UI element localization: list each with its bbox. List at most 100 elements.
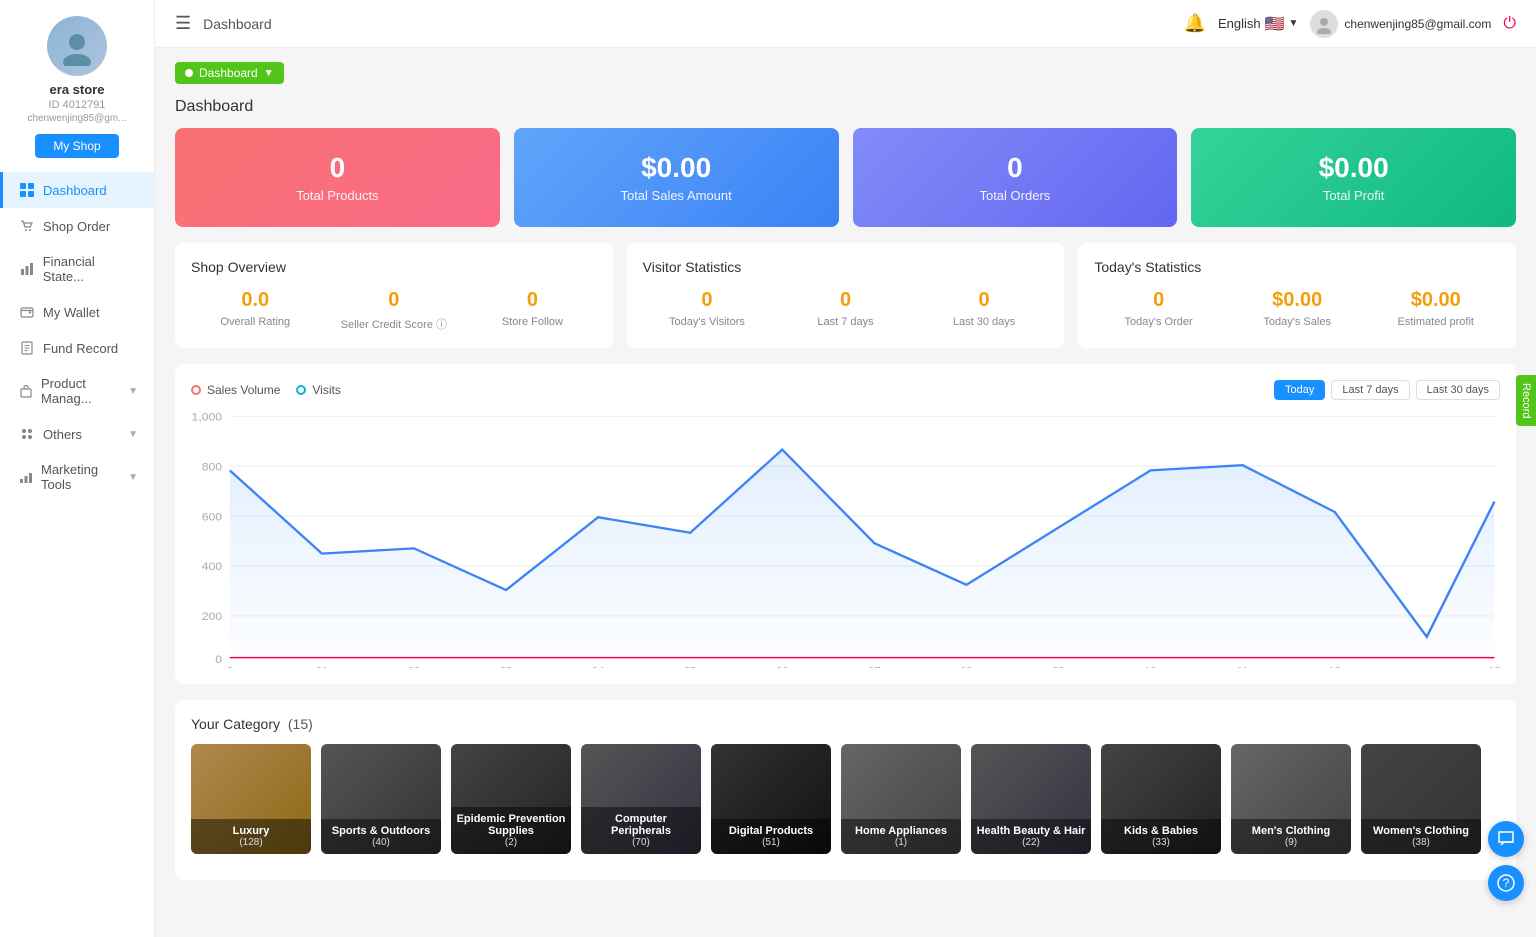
legend-sales-volume: Sales Volume [191,383,280,397]
chart-container: 1,000 800 600 400 200 0 [191,408,1500,668]
legend-visits: Visits [296,383,340,397]
today-visitors-value: 0 [701,289,712,312]
category-overlay-luxury: Luxury (128) [191,819,311,854]
category-overlay-sports: Sports & Outdoors (40) [321,819,441,854]
today-sales-label: Today's Sales [1263,316,1331,328]
category-item-sports[interactable]: Sports & Outdoors (40) [321,744,441,854]
notification-bell-icon[interactable]: 🔔 [1184,13,1206,34]
info-icon[interactable]: ⓘ [436,319,447,331]
sidebar-item-shop-order[interactable]: Shop Order [0,208,154,244]
stats-cards: 0 Total Products $0.00 Total Sales Amoun… [175,128,1516,227]
overall-rating-stat: 0.0 Overall Rating [191,289,320,332]
svg-text:07: 07 [868,666,880,668]
chart-btn-last30[interactable]: Last 30 days [1416,380,1500,400]
sidebar-item-my-wallet[interactable]: My Wallet [0,294,154,330]
category-item-computer[interactable]: Computer Peripherals (70) [581,744,701,854]
sidebar-item-marketing-tools[interactable]: Marketing Tools ▼ [0,452,154,502]
legend-label-visits: Visits [312,383,340,397]
today-statistics-panel: Today's Statistics 0 Today's Order $0.00… [1078,243,1516,348]
wallet-icon [19,304,35,320]
today-visitors-stat: 0 Today's Visitors [643,289,772,328]
category-scroll[interactable]: Luxury (128) Sports & Outdoors (40) Epid… [191,744,1500,864]
store-email: chenwenjing85@gm... [19,113,134,124]
today-profit-value: $0.00 [1411,289,1461,312]
today-profit-stat: $0.00 Estimated profit [1371,289,1500,328]
today-order-label: Today's Order [1125,316,1193,328]
svg-text:01: 01 [316,666,328,668]
visitor-statistics-title: Visitor Statistics [643,259,1049,275]
chart-btn-last7[interactable]: Last 7 days [1331,380,1409,400]
category-item-luxury[interactable]: Luxury (128) [191,744,311,854]
help-icon[interactable]: ? [1488,865,1524,901]
topbar-title: Dashboard [203,16,1171,32]
visitor-statistics-panel: Visitor Statistics 0 Today's Visitors 0 … [627,243,1065,348]
category-section: Your Category (15) Luxury (128) Sports &… [175,700,1516,880]
shop-overview-panel: Shop Overview 0.0 Overall Rating 0 Selle… [175,243,613,348]
category-item-womens[interactable]: Women's Clothing (38) [1361,744,1481,854]
seller-credit-value: 0 [388,289,399,312]
svg-text:0: 0 [227,666,233,668]
today-sales-value: $0.00 [1272,289,1322,312]
svg-text:400: 400 [202,560,223,574]
shop-overview-stats: 0.0 Overall Rating 0 Seller Credit Score… [191,289,597,332]
today-stats: 0 Today's Order $0.00 Today's Sales $0.0… [1094,289,1500,328]
today-profit-label: Estimated profit [1398,316,1474,328]
total-sales-value: $0.00 [641,152,711,184]
category-overlay-womens: Women's Clothing (38) [1361,819,1481,854]
total-orders-label: Total Orders [979,188,1050,203]
sidebar-item-label-product: Product Manag... [41,376,120,406]
sidebar-item-fund-record[interactable]: Fund Record [0,330,154,366]
chart-panel: Sales Volume Visits Today Last 7 days La… [175,364,1516,684]
feedback-button[interactable]: Record [1516,375,1536,426]
total-products-label: Total Products [296,188,378,203]
user-email: chenwenjing85@gmail.com [1344,17,1491,31]
category-item-health[interactable]: Health Beauty & Hair (22) [971,744,1091,854]
category-item-mens[interactable]: Men's Clothing (9) [1231,744,1351,854]
logout-icon[interactable]: ⏻ [1503,15,1516,33]
sidebar-item-others[interactable]: Others ▼ [0,416,154,452]
grid-icon [19,182,35,198]
last30-visitors-label: Last 30 days [953,316,1015,328]
chart-btn-today[interactable]: Today [1274,380,1325,400]
lang-label: English [1218,16,1261,31]
shop-overview-title: Shop Overview [191,259,597,275]
category-overlay-digital: Digital Products (51) [711,819,831,854]
category-item-epidemic[interactable]: Epidemic Prevention Supplies (2) [451,744,571,854]
hamburger-icon[interactable]: ☰ [175,13,191,34]
total-profit-value: $0.00 [1319,152,1389,184]
store-follow-value: 0 [527,289,538,312]
topbar: ☰ Dashboard 🔔 English 🇺🇸 ▼ chenwenjing85… [155,0,1536,48]
user-avatar [1310,10,1338,38]
stat-card-sales: $0.00 Total Sales Amount [514,128,839,227]
last30-visitors-stat: 0 Last 30 days [920,289,1049,328]
chart-header: Sales Volume Visits Today Last 7 days La… [191,380,1500,400]
sidebar-item-financial-state[interactable]: Financial State... [0,244,154,294]
bar-icon [19,469,33,485]
total-orders-value: 0 [1007,152,1023,184]
language-selector[interactable]: English 🇺🇸 ▼ [1218,14,1298,34]
svg-text:0: 0 [215,652,222,666]
today-visitors-label: Today's Visitors [669,316,745,328]
sidebar-item-product-manag[interactable]: Product Manag... ▼ [0,366,154,416]
sidebar-item-label-wallet: My Wallet [43,305,100,320]
sidebar-item-dashboard[interactable]: Dashboard [0,172,154,208]
total-sales-label: Total Sales Amount [620,188,731,203]
store-name: era store [50,82,105,97]
category-overlay-health: Health Beauty & Hair (22) [971,819,1091,854]
sidebar-item-label-dashboard: Dashboard [43,183,107,198]
last30-visitors-value: 0 [979,289,990,312]
dashboard-title: Dashboard [175,98,1516,116]
sidebar: era store ID 4012791 chenwenjing85@gm...… [0,0,155,937]
myshop-button[interactable]: My Shop [35,134,118,158]
category-item-digital[interactable]: Digital Products (51) [711,744,831,854]
category-item-home[interactable]: Home Appliances (1) [841,744,961,854]
user-menu[interactable]: chenwenjing85@gmail.com [1310,10,1491,38]
chart-icon [19,261,35,277]
today-order-value: 0 [1153,289,1164,312]
today-statistics-title: Today's Statistics [1094,259,1500,275]
category-item-kids[interactable]: Kids & Babies (33) [1101,744,1221,854]
breadcrumb[interactable]: Dashboard ▼ [175,62,284,84]
sidebar-item-label-others: Others [43,427,82,442]
chat-icon[interactable] [1488,821,1524,857]
sidebar-item-label-fund-record: Fund Record [43,341,118,356]
